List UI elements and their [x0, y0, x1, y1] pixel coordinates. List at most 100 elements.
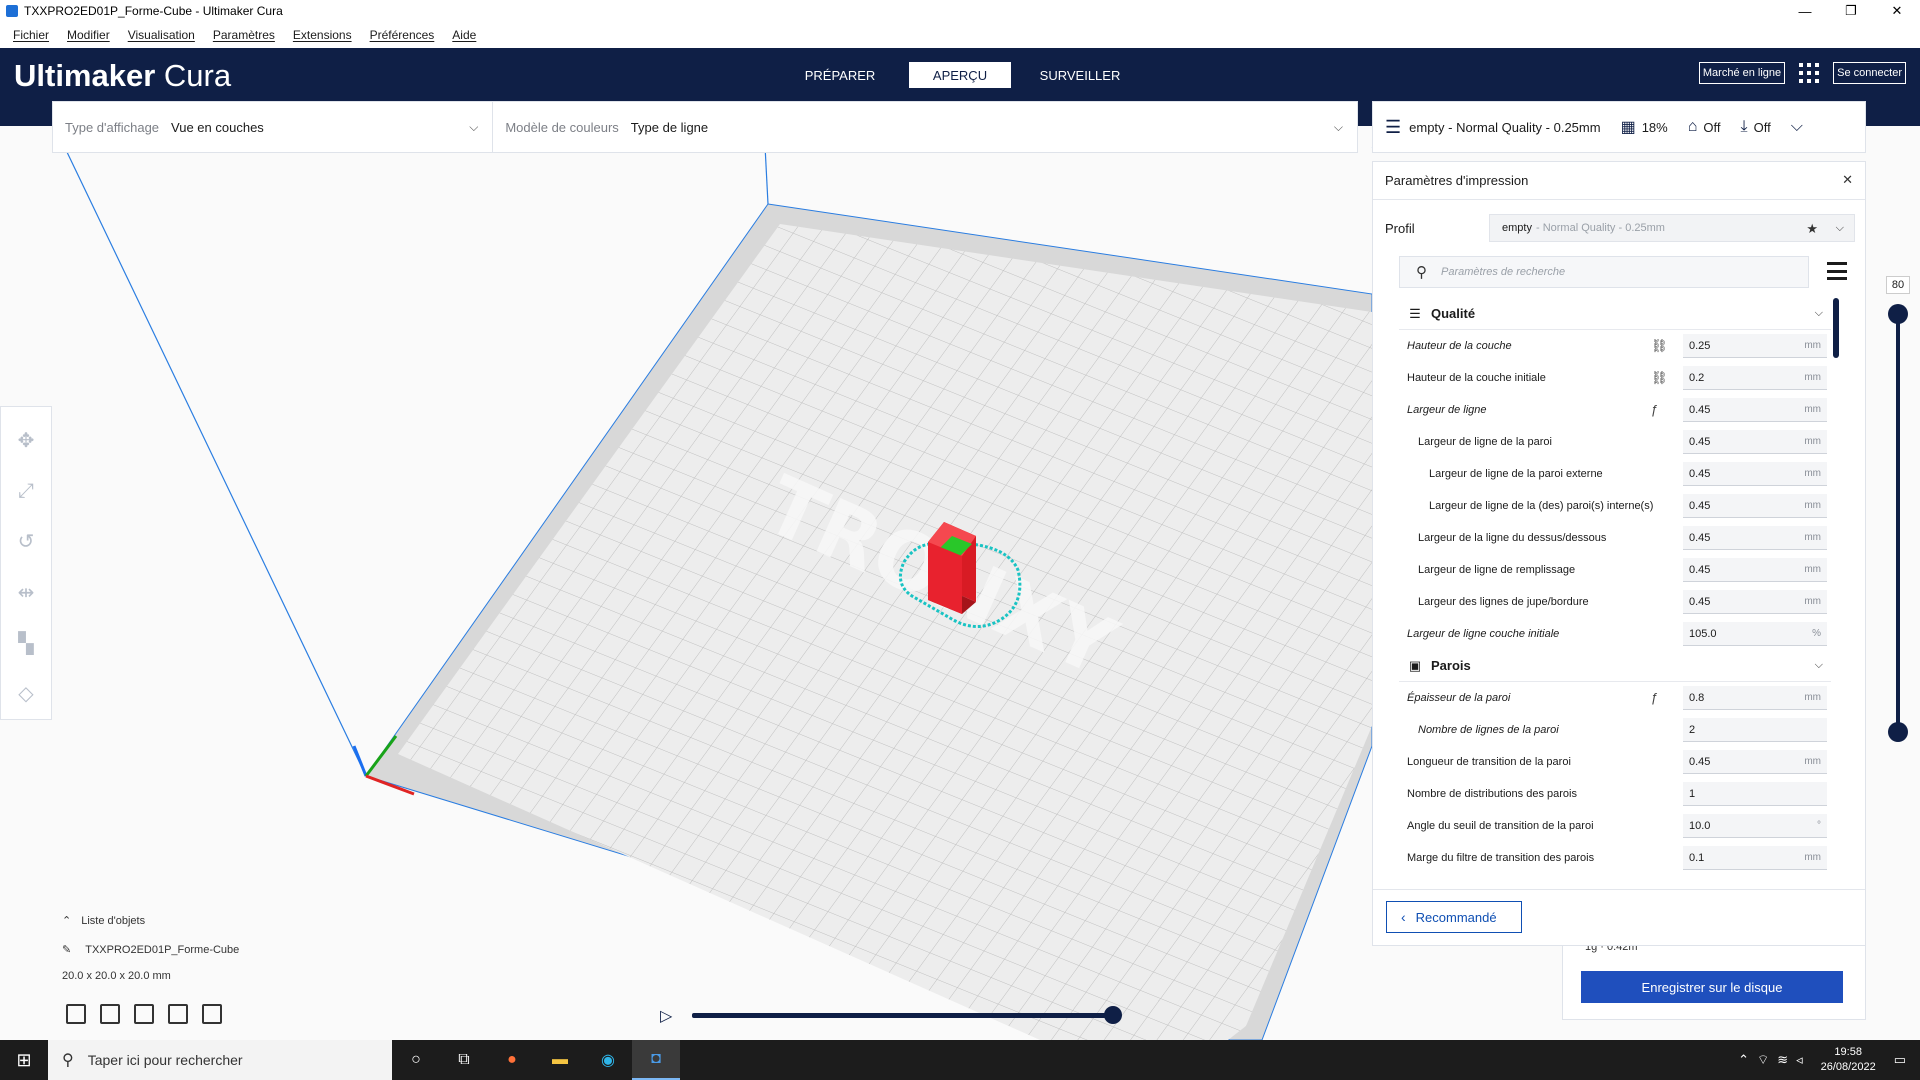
print-setup-selector[interactable]: ☰ empty - Normal Quality - 0.25mm ▦ 18% … [1372, 101, 1866, 153]
setting-value-input[interactable]: 0.1 mm [1683, 846, 1827, 870]
setting-value-input[interactable]: 105.0% [1683, 622, 1827, 646]
clock[interactable]: 19:58 26/08/2022 [1821, 1045, 1876, 1075]
setting-value-input[interactable]: 10.0 ° [1683, 814, 1827, 838]
layer-slider[interactable]: 80 [1884, 276, 1914, 756]
infill-icon: ▦ [1620, 119, 1636, 136]
tab-prepare[interactable]: PRÉPARER [789, 62, 891, 88]
profile-dropdown[interactable]: empty - Normal Quality - 0.25mm ★ ⌵ [1489, 214, 1855, 242]
function-icon[interactable]: ƒ [1651, 690, 1658, 705]
tab-monitor[interactable]: SURVEILLER [1029, 62, 1131, 88]
category-header[interactable]: ☰ Qualité ⌵ [1399, 298, 1831, 330]
minimize-button[interactable]: — [1782, 0, 1828, 22]
panel-title: Paramètres d'impression [1385, 173, 1529, 188]
category-header[interactable]: ▣ Parois ⌵ [1399, 650, 1831, 682]
close-window-button[interactable]: ✕ [1874, 0, 1920, 22]
tab-preview[interactable]: APERÇU [909, 62, 1011, 88]
path-slider-handle[interactable] [1104, 1006, 1122, 1024]
function-icon[interactable]: ƒ [1651, 402, 1658, 417]
scale-tool-icon[interactable]: ⤢ [10, 476, 42, 507]
save-to-disk-button[interactable]: Enregistrer sur le disque [1581, 971, 1843, 1003]
setting-value: 0.45 [1689, 531, 1711, 544]
view-type-dropdown[interactable]: Type d'affichage Vue en couches ⌵ [53, 102, 494, 152]
setting-value-input[interactable]: 0.45 mm [1683, 590, 1827, 614]
color-scheme-dropdown[interactable]: Modèle de couleurs Type de ligne ⌵ [493, 102, 1357, 152]
edge-icon[interactable]: ◉ [584, 1040, 632, 1080]
layer-slider-track[interactable] [1896, 312, 1900, 732]
front-view-icon[interactable] [100, 1004, 120, 1024]
setting-label: Épaisseur de la paroi [1407, 692, 1511, 704]
setting-value-input[interactable]: 0.45 mm [1683, 526, 1827, 550]
setting-value-input[interactable]: 0.45 mm [1683, 430, 1827, 454]
support-icon: ⌂ [1687, 118, 1698, 135]
settings-scrollbar[interactable] [1833, 298, 1839, 358]
task-view-icon[interactable]: ⧉ [440, 1040, 488, 1080]
layer-number-label[interactable]: 80 [1886, 276, 1910, 294]
maximize-button[interactable]: ❐ [1828, 0, 1874, 22]
menu-preferences[interactable]: Préférences [370, 28, 435, 42]
object-name-row[interactable]: ✎ TXXPRO2ED01P_Forme-Cube [62, 943, 362, 957]
3d-view-icon[interactable] [66, 1004, 86, 1024]
setting-value-input[interactable]: 0.25 mm [1683, 334, 1827, 358]
rotate-tool-icon[interactable]: ↺ [10, 526, 42, 557]
menu-file[interactable]: Fichier [13, 28, 49, 42]
setting-value: 1 [1689, 787, 1696, 800]
settings-visibility-menu-icon[interactable] [1827, 262, 1847, 280]
menu-help[interactable]: Aide [452, 28, 476, 42]
star-icon[interactable]: ★ [1806, 221, 1818, 237]
network-icon[interactable]: ⌔ [1757, 1052, 1769, 1068]
object-list-toggle[interactable]: ⌃ Liste d'objets [62, 914, 362, 928]
firefox-icon[interactable]: ● [488, 1040, 536, 1080]
setting-value-input[interactable]: 0.45 mm [1683, 750, 1827, 774]
setting-value-input[interactable]: 1 [1683, 782, 1827, 806]
marketplace-button[interactable]: Marché en ligne [1698, 62, 1786, 84]
notifications-icon[interactable]: ▭ [1894, 1052, 1906, 1068]
link-icon[interactable]: ⛓ [1651, 338, 1668, 354]
setting-row: Marge du filtre de transition des parois… [1399, 842, 1831, 874]
play-icon[interactable]: ▷ [660, 1006, 672, 1026]
setting-unit: mm [1804, 436, 1821, 447]
close-icon[interactable]: ✕ [1842, 172, 1853, 188]
setting-value-input[interactable]: 0.2 mm [1683, 366, 1827, 390]
file-explorer-icon[interactable]: ▬ [536, 1040, 584, 1080]
cura-taskbar-icon[interactable]: ◘ [632, 1040, 680, 1080]
taskbar-search-box[interactable]: ⚲ Taper ici pour rechercher [48, 1040, 392, 1080]
object-list: ⌃ Liste d'objets ✎ TXXPRO2ED01P_Forme-Cube… [62, 914, 362, 983]
walls-icon: ▣ [1408, 657, 1422, 673]
menu-edit[interactable]: Modifier [67, 28, 110, 42]
settings-list[interactable]: ☰ Qualité ⌵ Hauteur de la couche ⛓ 0.25 mm Haut… [1399, 298, 1831, 882]
cube-model[interactable] [928, 522, 976, 614]
chevron-down-icon: ⌵ [1333, 120, 1343, 134]
per-model-settings-icon[interactable]: ▚ [10, 628, 42, 659]
setting-value-input[interactable]: 0.45 mm [1683, 494, 1827, 518]
link-icon[interactable]: ⛓ [1651, 370, 1668, 386]
layer-slider-upper-handle[interactable] [1888, 304, 1908, 324]
apps-grid-icon[interactable] [1799, 63, 1820, 83]
setting-value-input[interactable]: 0.45 mm [1683, 558, 1827, 582]
setting-value-input[interactable]: 2 [1683, 718, 1827, 742]
path-slider-track[interactable] [692, 1013, 1114, 1018]
chevron-up-icon[interactable]: ⌃ [1738, 1052, 1749, 1068]
setting-value-input[interactable]: 0.45 mm [1683, 398, 1827, 422]
left-view-icon[interactable] [168, 1004, 188, 1024]
volume-icon[interactable]: ◃ [1796, 1052, 1803, 1068]
support-blocker-icon[interactable]: ◇ [10, 678, 42, 709]
menu-view[interactable]: Visualisation [128, 28, 195, 42]
windows-start-icon[interactable]: ⊞ [0, 1040, 48, 1080]
wifi-icon[interactable]: ≋ [1777, 1052, 1788, 1068]
menu-extensions[interactable]: Extensions [293, 28, 352, 42]
setting-value-input[interactable]: 0.45 mm [1683, 462, 1827, 486]
path-slider[interactable]: ▷ [660, 1004, 1122, 1028]
setting-label: Longueur de transition de la paroi [1407, 756, 1571, 768]
recommended-button[interactable]: ‹ Recommandé [1386, 901, 1522, 933]
chevron-left-icon: ‹ [1401, 909, 1406, 925]
settings-search-input[interactable]: ⚲ Paramètres de recherche [1399, 256, 1809, 288]
menu-settings[interactable]: Paramètres [213, 28, 275, 42]
cortana-icon[interactable]: ○ [392, 1040, 440, 1080]
signin-button[interactable]: Se connecter [1833, 62, 1906, 84]
move-tool-icon[interactable]: ✥ [10, 425, 42, 456]
top-view-icon[interactable] [134, 1004, 154, 1024]
setting-value-input[interactable]: 0.8 mm [1683, 686, 1827, 710]
right-view-icon[interactable] [202, 1004, 222, 1024]
layer-slider-lower-handle[interactable] [1888, 722, 1908, 742]
mirror-tool-icon[interactable]: ⇹ [10, 577, 42, 608]
